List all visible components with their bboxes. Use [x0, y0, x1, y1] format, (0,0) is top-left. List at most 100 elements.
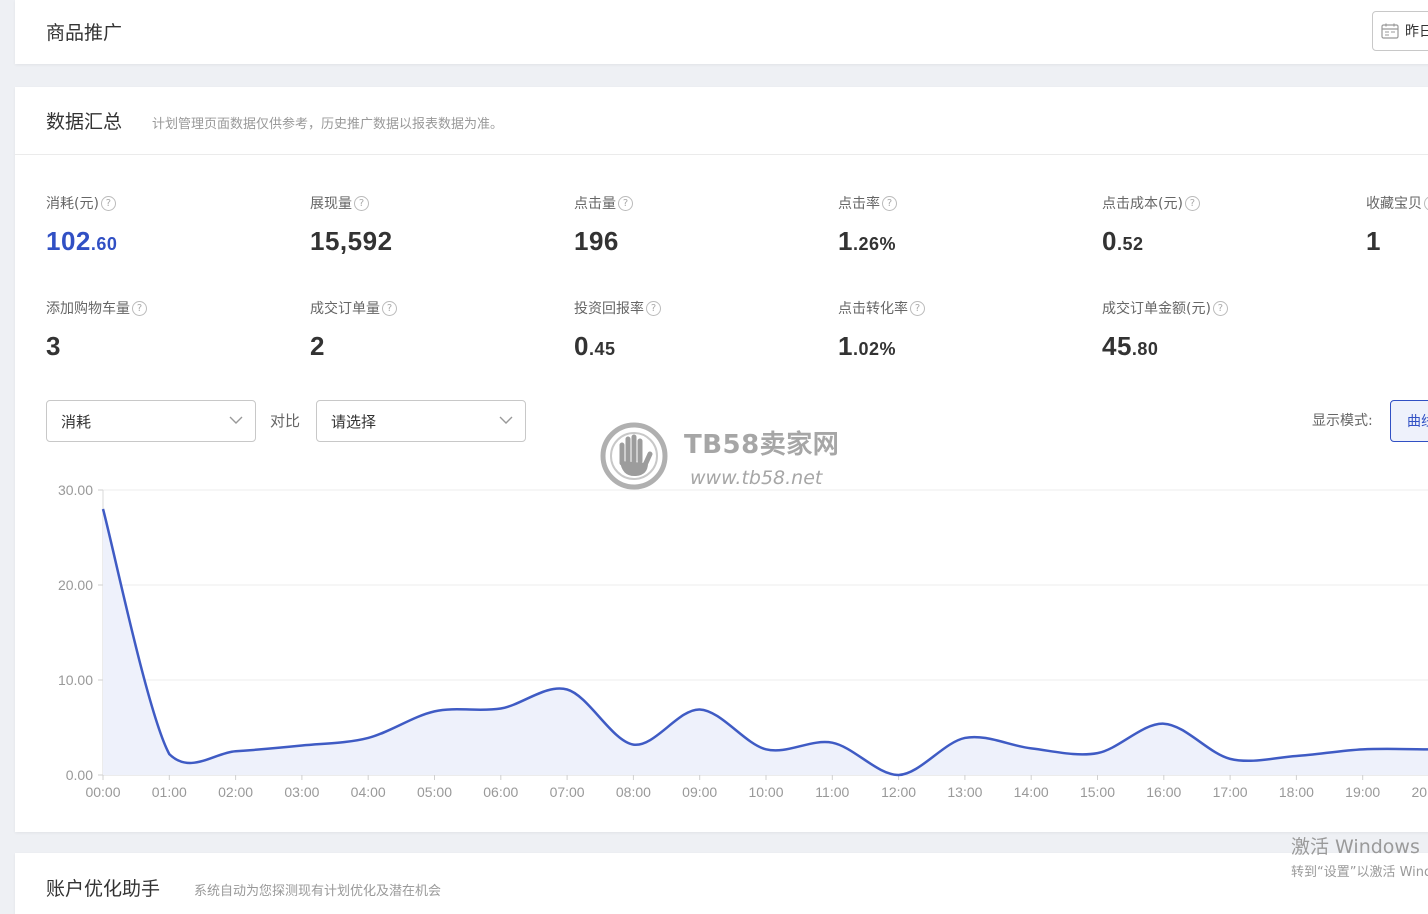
series-line	[101, 508, 1428, 777]
x-tick-label: 00:00	[85, 784, 120, 800]
metric-value-integer: 45	[1102, 331, 1132, 361]
metric-value-integer: 0	[574, 331, 589, 361]
consumption-trend-chart: 0.00 10.00 20.00 30.00 00:00 01:00 02:00 03:00 0…	[58, 482, 1428, 800]
activation-hint: 转到“设置”以激活 Windows。	[1291, 865, 1428, 880]
y-tick-label: 20.00	[58, 577, 93, 593]
x-tick-label: 19:00	[1345, 784, 1380, 800]
summary-title: 数据汇总	[46, 111, 123, 133]
metric-value: 45.80	[1102, 331, 1228, 362]
metric-value-integer: 1	[838, 226, 853, 256]
helper-note: 系统自动为您探测现有计划优化及潜在机会	[194, 884, 442, 899]
metric-value-decimal: .26%	[852, 234, 896, 254]
metric-value-integer: 0	[1102, 226, 1117, 256]
calendar-icon	[1381, 23, 1399, 39]
compare-label: 对比	[270, 412, 301, 430]
help-icon[interactable]: ?	[1424, 195, 1428, 211]
display-mode-label: 显示模式:	[1312, 413, 1373, 429]
watermark-name: TB58卖家网	[684, 429, 840, 460]
help-icon[interactable]: ?	[1212, 300, 1228, 316]
x-tick-label: 04:00	[351, 784, 386, 800]
site-watermark: TB58卖家网 www.tb58.net	[598, 421, 839, 491]
metric-label-text: 成交订单金额(元)	[1102, 301, 1211, 317]
metric-label-text: 点击率	[838, 196, 880, 212]
x-tick-label: 07:00	[550, 784, 585, 800]
metric-label: 展现量?	[310, 193, 393, 213]
x-tick-label: 20:00	[1411, 784, 1428, 800]
help-icon[interactable]: ?	[1184, 195, 1200, 211]
metric-value-decimal: .45	[588, 339, 616, 359]
activation-title: 激活 Windows	[1291, 836, 1420, 858]
metric-label: 成交订单金额(元)?	[1102, 298, 1228, 318]
series-area	[103, 509, 1428, 775]
metric-label: 消耗(元)?	[46, 193, 117, 213]
metric-label-text: 点击成本(元)	[1102, 196, 1183, 212]
metric-value: 196	[574, 226, 633, 257]
metric-value: 0.52	[1102, 226, 1200, 257]
page-title: 商品推广	[46, 22, 123, 44]
metric-value-integer: 15,592	[310, 226, 393, 256]
metric-value-integer: 1	[1366, 226, 1381, 256]
windows-activation-notice: 激活 Windows 转到“设置”以激活 Windows。	[1291, 832, 1428, 880]
x-tick-label: 13:00	[947, 784, 982, 800]
x-tick-label: 18:00	[1279, 784, 1314, 800]
date-picker-button[interactable]: 昨日	[1372, 11, 1428, 51]
x-tick-label: 10:00	[748, 784, 783, 800]
metric-value-integer: 2	[310, 331, 325, 361]
metric-value-integer: 3	[46, 331, 61, 361]
metric-select[interactable]: 消耗	[46, 400, 256, 442]
metric-tile: 成交订单金额(元)? 45.80	[1102, 298, 1228, 362]
helper-title: 账户优化助手	[46, 878, 161, 900]
x-tick-label: 15:00	[1080, 784, 1115, 800]
x-tick-label: 17:00	[1213, 784, 1248, 800]
metric-value-integer: 1	[838, 331, 853, 361]
metric-label: 投资回报率?	[574, 298, 661, 318]
compare-select-placeholder: 请选择	[331, 412, 377, 431]
help-icon[interactable]: ?	[354, 195, 369, 211]
help-icon[interactable]: ?	[882, 195, 897, 211]
metric-label: 点击成本(元)?	[1102, 193, 1200, 213]
metric-label-text: 投资回报率	[574, 301, 644, 317]
y-tick-label: 0.00	[66, 767, 93, 783]
help-icon[interactable]: ?	[618, 195, 633, 211]
watermark-url: www.tb58.net	[690, 466, 823, 489]
promotion-header-card: 商品推广 昨日	[15, 0, 1428, 64]
metric-value: 3	[46, 331, 147, 362]
metric-tile: 投资回报率? 0.45	[574, 298, 661, 362]
x-tick-label: 05:00	[417, 784, 452, 800]
metric-label-text: 点击量	[574, 196, 616, 212]
y-tick-label: 10.00	[58, 672, 93, 688]
y-tick-label: 30.00	[58, 482, 93, 498]
metric-value: 1.02%	[838, 331, 925, 362]
x-tick-label: 12:00	[881, 784, 916, 800]
metric-label-text: 点击转化率	[838, 301, 908, 317]
metric-value: 1.26%	[838, 226, 897, 257]
metric-label-text: 添加购物车量	[46, 301, 130, 317]
display-mode-curve-button[interactable]: 曲线	[1390, 400, 1428, 442]
help-icon[interactable]: ?	[100, 195, 116, 211]
summary-note: 计划管理页面数据仅供参考，历史推广数据以报表数据为准。	[152, 117, 504, 132]
metric-value: 15,592	[310, 226, 393, 257]
metric-tile: 成交订单量? 2	[310, 298, 397, 362]
help-icon[interactable]: ?	[132, 300, 147, 316]
help-icon[interactable]: ?	[646, 300, 661, 316]
metric-value-decimal: .02%	[852, 339, 896, 359]
x-tick-label: 03:00	[284, 784, 319, 800]
x-tick-label: 01:00	[152, 784, 187, 800]
metric-label: 添加购物车量?	[46, 298, 147, 318]
chevron-down-icon	[229, 416, 243, 424]
help-icon[interactable]: ?	[910, 300, 925, 316]
metric-label: 成交订单量?	[310, 298, 397, 318]
hand-logo-icon	[600, 422, 668, 490]
metric-value-integer: 102	[46, 226, 91, 256]
date-label: 昨日	[1405, 24, 1428, 40]
compare-select[interactable]: 请选择	[316, 400, 526, 442]
help-icon[interactable]: ?	[382, 300, 397, 316]
metric-tile: 点击成本(元)? 0.52	[1102, 193, 1200, 257]
x-tick-label: 14:00	[1014, 784, 1049, 800]
metric-label: 点击转化率?	[838, 298, 925, 318]
x-tick-label: 06:00	[483, 784, 518, 800]
metric-label: 点击量?	[574, 193, 633, 213]
metric-tile: 展现量? 15,592	[310, 193, 393, 257]
metric-value-decimal: .60	[90, 234, 118, 254]
metric-value: 102.60	[46, 226, 117, 257]
